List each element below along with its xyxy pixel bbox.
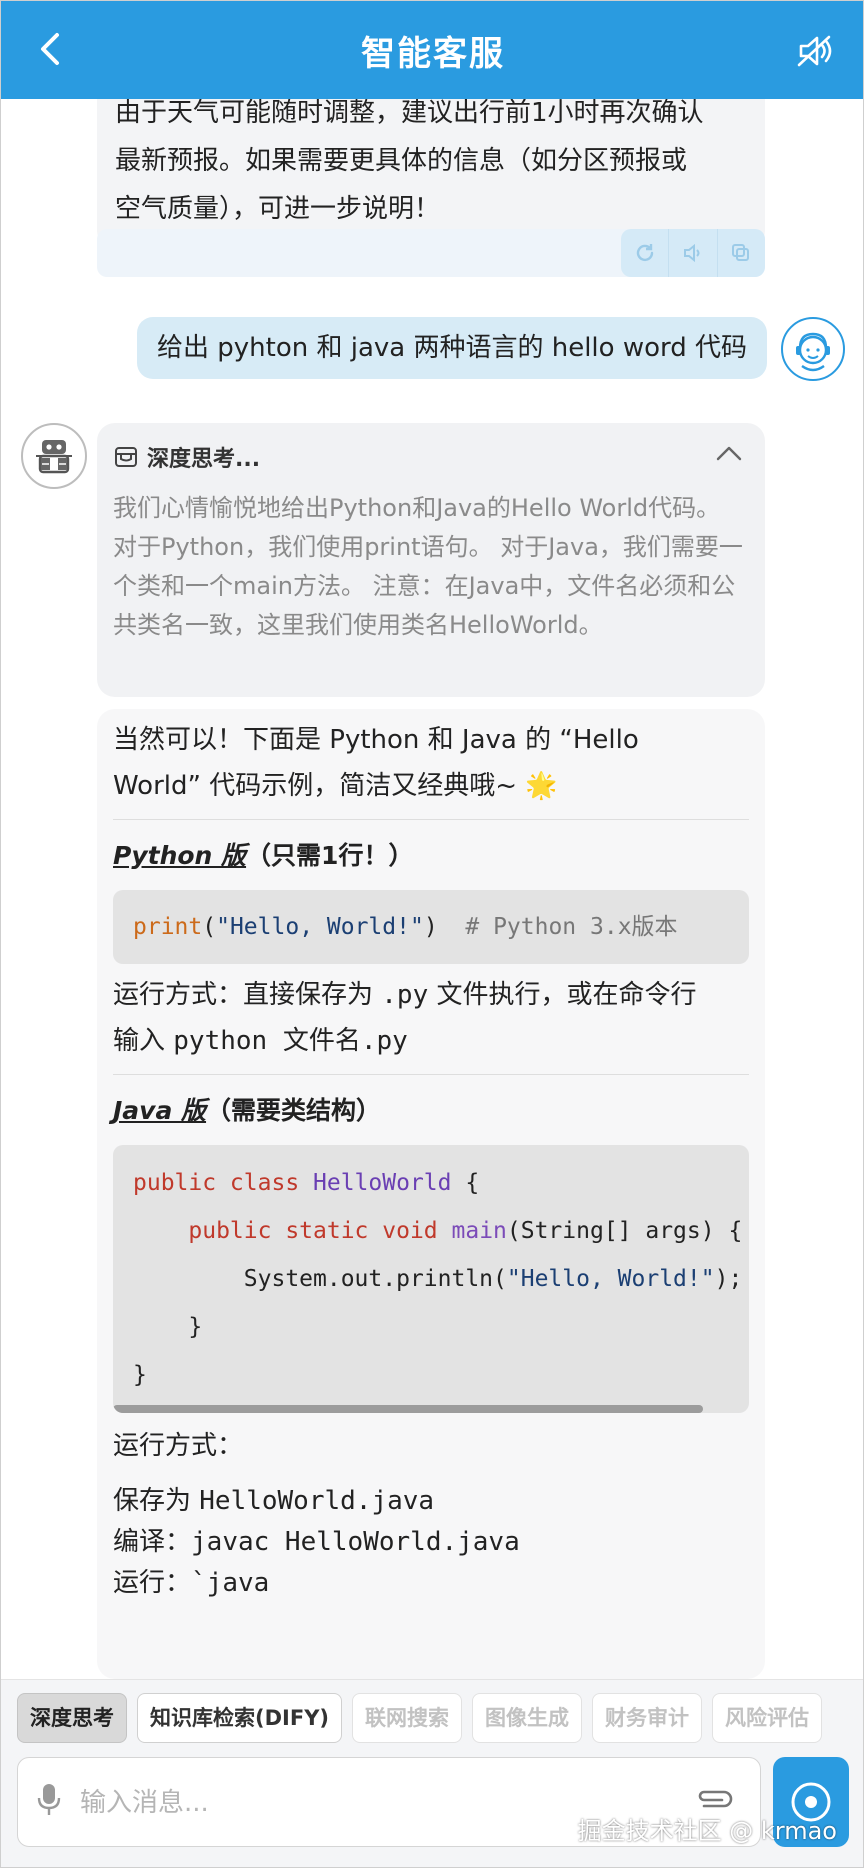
mute-button[interactable]	[795, 31, 835, 71]
bot-answer: 当然可以！下面是 Python 和 Java 的 “Hello World” 代…	[97, 709, 765, 1679]
java-run-title: 运行方式：	[113, 1431, 244, 1461]
chat-area[interactable]: 由于天气可能随时调整，建议出行前1小时再次确认 最新预报。如果需要更具体的信息（…	[1, 99, 863, 1679]
chevron-up-icon[interactable]	[715, 443, 743, 463]
bot-avatar	[21, 423, 87, 489]
chip-financial-audit[interactable]: 财务审计	[592, 1692, 702, 1743]
thinking-content: 我们心情愉悦地给出Python和Java的Hello World代码。 对于Py…	[113, 494, 743, 639]
thinking-panel: 深度思考... 我们心情愉悦地给出Python和Java的Hello World…	[97, 423, 765, 697]
watermark: 掘金技术社区 @ krmao	[577, 1817, 837, 1845]
page-title: 智能客服	[361, 33, 505, 74]
back-button[interactable]	[31, 29, 71, 69]
chip-web-search[interactable]: 联网搜索	[352, 1692, 462, 1743]
java-heading: Java 版（需要类结构）	[113, 1096, 382, 1125]
divider	[113, 819, 749, 820]
user-avatar	[781, 317, 845, 381]
python-run-instructions: 运行方式：直接保存为 .py 文件执行，或在命令行 输入 python 文件名.…	[113, 980, 697, 1056]
user-message: 给出 pyhton 和 java 两种语言的 hello word 代码	[136, 317, 767, 379]
python-heading: Python 版（只需1行！）	[113, 841, 414, 870]
thinking-icon	[115, 447, 137, 467]
speaker-icon	[683, 243, 700, 263]
divider	[113, 1074, 749, 1075]
paperclip-icon[interactable]	[694, 1786, 734, 1812]
chip-deep-thinking[interactable]: 深度思考	[17, 1692, 127, 1743]
microphone-icon[interactable]	[36, 1782, 62, 1818]
regenerate-button[interactable]	[621, 229, 670, 277]
copy-button[interactable]	[718, 229, 765, 277]
read-aloud-button[interactable]	[669, 229, 718, 277]
thinking-label: 深度思考...	[147, 447, 261, 472]
message-line: 由于天气可能随时调整，建议出行前1小时再次确认	[115, 99, 704, 128]
bot-message-previous: 由于天气可能随时调整，建议出行前1小时再次确认 最新预报。如果需要更具体的信息（…	[97, 99, 765, 247]
user-avatar-icon	[796, 332, 830, 372]
copy-icon	[732, 244, 750, 261]
app-frame: 智能客服 由于天气可能随时调整，建议出行前1小时再次确认 最新预报。如果需要更具…	[0, 0, 864, 1868]
python-code-block: print("Hello, World!") # Python 3.x版本	[113, 890, 749, 964]
code-horizontal-scrollbar[interactable]	[113, 1405, 703, 1413]
robot-icon	[36, 440, 72, 474]
app-header: 智能客服	[1, 1, 863, 99]
chevron-left-icon	[41, 33, 59, 65]
refresh-icon	[636, 244, 653, 262]
chip-knowledge-base[interactable]: 知识库检索(DIFY)	[137, 1692, 342, 1743]
speaker-muted-icon	[797, 35, 832, 67]
java-code-block[interactable]: public class HelloWorld { public static …	[113, 1145, 749, 1413]
chip-risk-assessment[interactable]: 风险评估	[712, 1692, 822, 1743]
answer-intro: 当然可以！下面是 Python 和 Java 的 “Hello World” 代…	[113, 725, 639, 801]
user-message-row: 给出 pyhton 和 java 两种语言的 hello word 代码	[136, 317, 845, 381]
message-line: 最新预报。如果需要更具体的信息（如分区预报或	[115, 146, 688, 176]
message-actions	[97, 229, 765, 277]
message-line: 空气质量），可进一步说明！	[115, 194, 441, 224]
thinking-header[interactable]: 深度思考...	[113, 437, 749, 477]
java-run-steps: 保存为 HelloWorld.java 编译：javac HelloWorld.…	[113, 1486, 520, 1598]
chip-image-generation[interactable]: 图像生成	[472, 1692, 582, 1743]
feature-toolbar: 深度思考 知识库检索(DIFY) 联网搜索 图像生成 财务审计 风险评估	[1, 1679, 863, 1755]
